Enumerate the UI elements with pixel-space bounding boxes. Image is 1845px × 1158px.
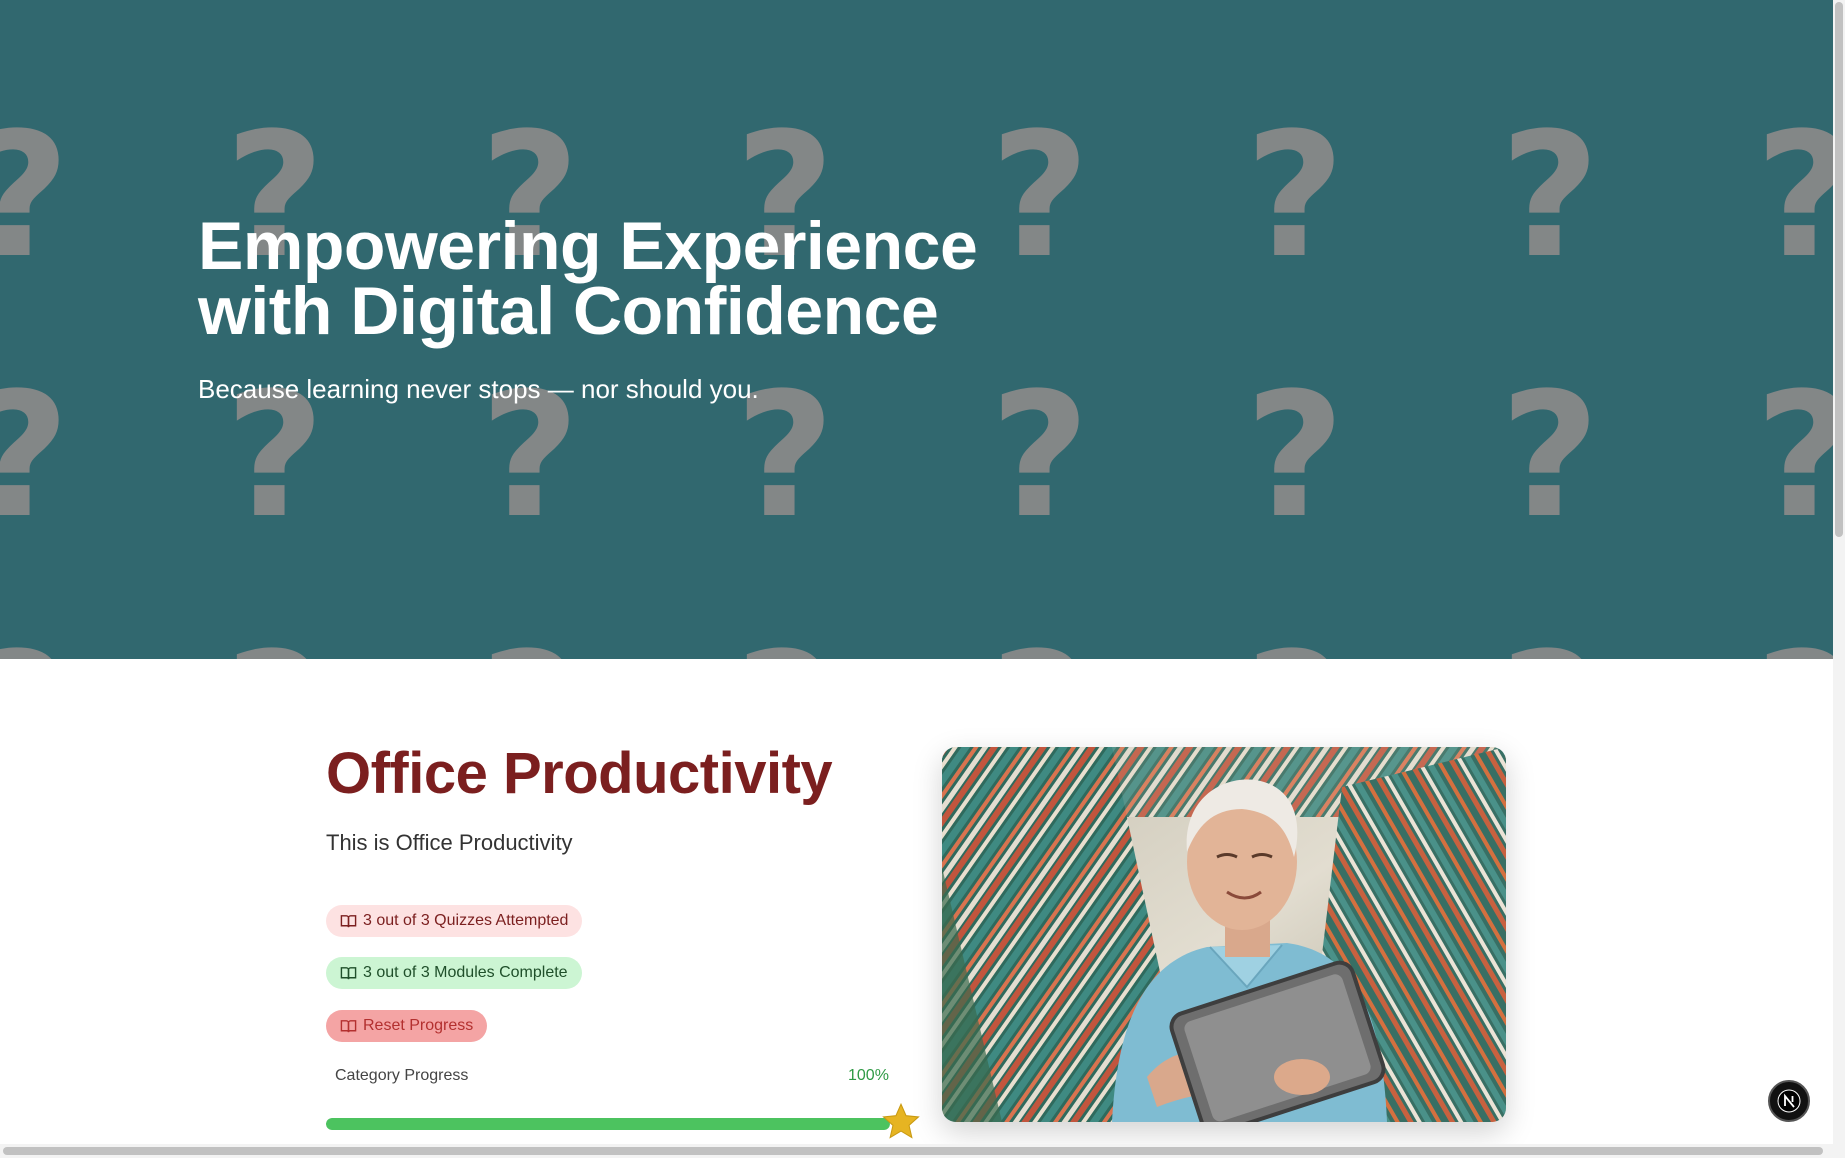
- reset-progress-label: Reset Progress: [363, 1017, 474, 1034]
- question-mark-glyph: ?: [1245, 630, 1345, 660]
- modules-complete-label: 3 out of 3 Modules Complete: [363, 964, 568, 981]
- man-in-hammock-with-tablet-image: [942, 747, 1506, 1122]
- book-open-icon: [340, 966, 357, 979]
- question-mark-glyph: ?: [0, 370, 70, 542]
- category-description: This is Office Productivity: [326, 830, 573, 855]
- question-mark-glyph: ?: [225, 630, 325, 660]
- book-open-icon: [340, 914, 357, 927]
- category-title: Office Productivity: [326, 741, 833, 806]
- next-logo-icon: [1777, 1089, 1801, 1113]
- hero-subtitle: Because learning never stops — nor shoul…: [198, 374, 759, 404]
- question-mark-glyph: ?: [1755, 630, 1833, 660]
- question-mark-glyph: ?: [1500, 95, 1600, 296]
- question-mark-glyph: ?: [1245, 95, 1345, 296]
- question-mark-glyph: ?: [990, 355, 1090, 556]
- book-open-icon: [340, 1019, 357, 1032]
- horizontal-scrollbar[interactable]: [3, 1147, 1823, 1155]
- category-progress-fill: [326, 1118, 890, 1130]
- question-mark-glyph: ?: [1245, 355, 1345, 556]
- vertical-scrollbar[interactable]: [1835, 2, 1843, 537]
- question-mark-glyph: ?: [0, 630, 70, 660]
- question-mark-glyph: ?: [0, 110, 70, 282]
- question-mark-glyph: ?: [990, 630, 1090, 660]
- hero-banner: ???????????????????????? Empowering Expe…: [0, 0, 1833, 659]
- question-mark-glyph: ?: [1500, 630, 1600, 660]
- category-progress-bar: [326, 1118, 890, 1130]
- question-mark-glyph: ?: [735, 630, 835, 660]
- question-mark-glyph: ?: [1500, 355, 1600, 556]
- category-progress-label: Category Progress: [335, 1067, 469, 1084]
- quizzes-attempted-badge: 3 out of 3 Quizzes Attempted: [326, 905, 583, 937]
- star-icon: [882, 1102, 920, 1139]
- category-image: [942, 747, 1506, 1122]
- question-mark-glyph: ?: [480, 630, 580, 660]
- hero-title: Empowering Experience with Digital Confi…: [198, 208, 978, 349]
- question-mark-glyph: ?: [1755, 110, 1833, 282]
- next-dev-tools-button[interactable]: [1768, 1080, 1810, 1122]
- reset-progress-button[interactable]: Reset Progress: [326, 1010, 488, 1042]
- modules-complete-badge: 3 out of 3 Modules Complete: [326, 957, 582, 989]
- quizzes-attempted-label: 3 out of 3 Quizzes Attempted: [363, 912, 569, 929]
- question-mark-glyph: ?: [1755, 370, 1833, 542]
- category-progress-percent: 100%: [848, 1067, 889, 1084]
